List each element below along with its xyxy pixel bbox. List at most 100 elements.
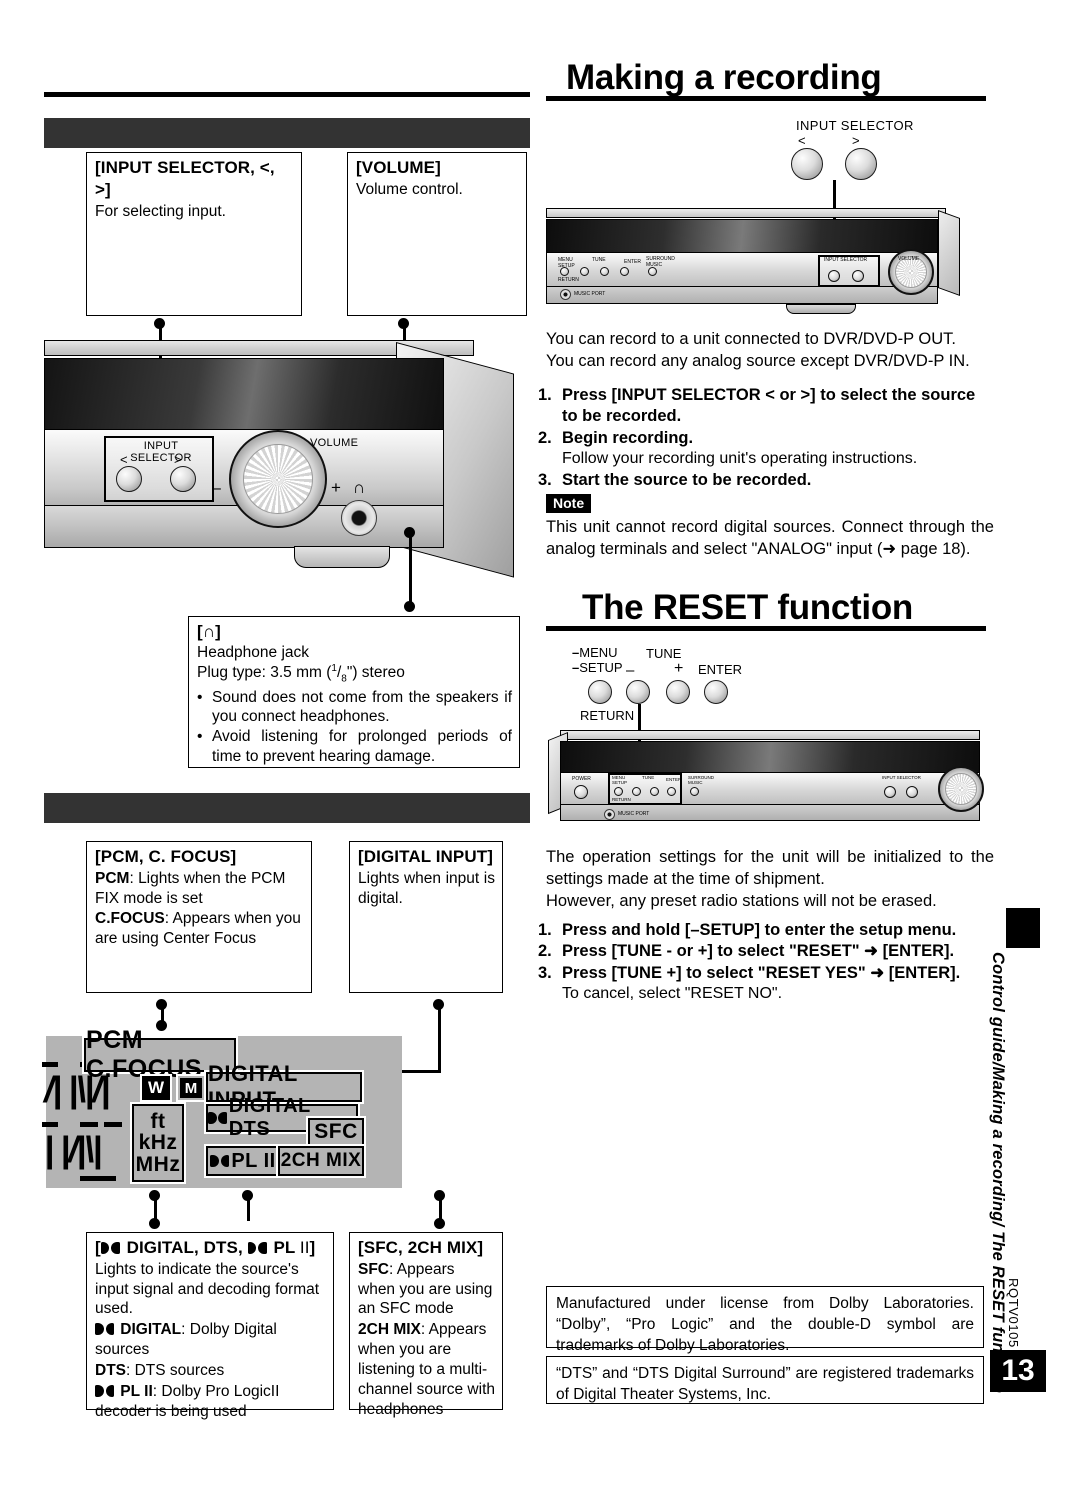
receiver3-display-window	[560, 741, 980, 773]
callout-headphone-title: [∩]	[197, 622, 221, 641]
receiver2-enter-button[interactable]	[620, 267, 629, 276]
plug-type-suffix: ") stereo	[346, 663, 405, 681]
input-selector-callout-right-button[interactable]	[845, 148, 877, 180]
receiver3-enter-button[interactable]	[667, 787, 676, 796]
headphone-jack[interactable]	[341, 500, 377, 536]
receiver3-power-button[interactable]	[574, 785, 588, 799]
receiver3-music-port-label: MUSIC PORT	[618, 811, 650, 817]
step-text: Press [TUNE - or +] to select "RESET" ➜ …	[562, 942, 955, 961]
surround-label: SURROUND	[688, 775, 715, 780]
callout-pcm-row2: C.FOCUS: Appears when you are using Cent…	[95, 909, 304, 949]
tune-minus-callout-button[interactable]	[626, 680, 650, 704]
callout-dolby-dts-pl2: [ DIGITAL, DTS, PL II] Lights to indicat…	[86, 1232, 334, 1420]
dolby-title-pl: PL	[268, 1238, 300, 1257]
leader-dot	[434, 1218, 445, 1229]
receiver3-surround-music-label: SURROUND MUSIC	[688, 775, 714, 786]
dolby-row-1-text: : DTS sources	[126, 1361, 225, 1379]
menu-callout-label: MENU	[579, 645, 618, 660]
headphone-bullet-1: • Sound does not come from the speakers …	[197, 688, 512, 728]
input-selector-left-button[interactable]	[116, 466, 142, 492]
legal-notice-dts: “DTS” and “DTS Digital Surround” are reg…	[546, 1356, 984, 1404]
tune-plus-callout-button[interactable]	[666, 680, 690, 704]
receiver3-input-selector-right-button[interactable]	[906, 786, 918, 798]
receiver2-display-window	[546, 219, 938, 253]
step-text: Begin recording.	[562, 428, 694, 447]
recording-intro-line-1: You can record to a unit connected to DV…	[546, 330, 956, 348]
receiver3-music-port-jack[interactable]	[604, 809, 615, 820]
setup-callout-button[interactable]	[588, 680, 612, 704]
lcd-indicator-w: W	[142, 1076, 170, 1100]
receiver3-input-selector-label: INPUT SELECTOR	[882, 775, 921, 780]
callout-input-selector: [INPUT SELECTOR, <, >] For selecting inp…	[86, 152, 302, 316]
receiver2-surround-button[interactable]	[648, 267, 657, 276]
receiver3-volume-knob[interactable]	[938, 766, 984, 812]
callout-digital-input: [DIGITAL INPUT] Lights when input is dig…	[349, 841, 503, 993]
callout-dolby-row-2: PL II: Dolby Pro LogicII decoder is bein…	[95, 1382, 326, 1422]
callout-input-selector-title: [INPUT SELECTOR, <, >]	[95, 158, 275, 199]
title-rule-reset-function	[546, 626, 986, 631]
lcd-unit-mhz: MHz	[135, 1152, 181, 1176]
input-selector-callout-label: INPUT SELECTOR	[796, 118, 914, 133]
receiver3-surround-button[interactable]	[690, 787, 699, 796]
receiver2-input-selector-left-button[interactable]	[828, 270, 840, 282]
recording-step-2: 2. Begin recording.	[538, 428, 988, 449]
step-text: Press and hold [–SETUP] to enter the set…	[562, 921, 957, 939]
receiver2-music-port-jack[interactable]	[560, 289, 571, 300]
reset-step-3: 3. Press [TUNE +] to select "RESET YES" …	[538, 963, 986, 984]
2ch-mix-label: 2CH MIX	[358, 1321, 421, 1339]
sfc-label: SFC	[358, 1260, 389, 1278]
receiver3-tune-plus-button[interactable]	[650, 787, 659, 796]
receiver2-enter-label: ENTER	[624, 259, 641, 265]
side-tab-marker	[1006, 908, 1040, 948]
receiver3-input-selector-left-button[interactable]	[884, 786, 896, 798]
headphone-glyph-label: ∩	[353, 478, 366, 497]
recording-steps: 1. Press [INPUT SELECTOR < or >] to sele…	[538, 385, 988, 492]
callout-pcm-title: [PCM, C. FOCUS]	[95, 847, 237, 866]
receiver-illustration-input-selector: INPUT SELECTOR < > MENU SETUP TUNE ENTER …	[546, 118, 996, 314]
receiver3-setup-button[interactable]	[614, 787, 623, 796]
cfocus-label: C.FOCUS	[95, 910, 165, 928]
lcd-indicator-2ch-mix: 2CH MIX	[278, 1146, 364, 1176]
receiver2-setup-button[interactable]	[560, 267, 569, 276]
input-selector-right-button[interactable]	[170, 466, 196, 492]
enter-callout-button[interactable]	[704, 680, 728, 704]
page-number: 13	[990, 1350, 1046, 1392]
input-selector-right-arrow: >	[174, 452, 182, 467]
document-code: RQTV0105	[1006, 1278, 1021, 1348]
receiver2-tune-plus-button[interactable]	[600, 267, 609, 276]
title-rule-making-recording	[546, 96, 986, 101]
setup-callout-label: SETUP	[579, 659, 623, 675]
receiver2-side-panel	[938, 210, 960, 297]
callout-sfc-2ch-mix: [SFC, 2CH MIX] SFC: Appears when you are…	[349, 1232, 503, 1418]
receiver-front-closeup: INPUT SELECTOR < > VOLUME – + ∩	[44, 340, 532, 590]
dolby-double-d-icon	[95, 1384, 114, 1397]
receiver2-tune-minus-button[interactable]	[580, 267, 589, 276]
volume-device-label: VOLUME	[310, 437, 359, 449]
dolby-row-0-label: DIGITAL	[116, 1321, 182, 1339]
music-label: MUSIC	[688, 780, 703, 786]
receiver3-tune-minus-button[interactable]	[632, 787, 641, 796]
step-number: 1.	[538, 921, 552, 939]
recording-step-2-sub: Follow your recording unit's operating i…	[562, 450, 918, 468]
headphone-bullet-1-text: Sound does not come from the speakers if…	[212, 688, 512, 726]
step-text: Press [INPUT SELECTOR < or >] to select …	[562, 386, 976, 426]
leader-dot	[398, 318, 409, 329]
receiver3-menu-setup-label: MENU SETUP	[612, 775, 627, 786]
lcd-unit-ft: ft	[150, 1109, 166, 1133]
step-text: Start the source to be recorded.	[562, 471, 812, 490]
dolby-double-d-icon	[208, 1112, 227, 1124]
page-title-making-recording: Making a recording	[566, 58, 882, 97]
receiver3-return-label: RETURN	[612, 797, 631, 802]
dolby-title-ii: II	[299, 1238, 310, 1257]
dolby-row-2-label: PL II	[116, 1382, 153, 1400]
volume-knob-face	[243, 444, 313, 514]
tune-minus-callout-label: –	[626, 662, 635, 679]
page-title-reset-function: The RESET function	[582, 588, 913, 627]
headphone-bullet-2: • Avoid listening for prolonged periods …	[197, 727, 512, 767]
menu-callout-row: –MENU	[572, 645, 618, 660]
receiver2-input-selector-right-button[interactable]	[852, 270, 864, 282]
receiver2-tune-label: TUNE	[592, 257, 606, 263]
input-selector-callout-left-button[interactable]	[791, 148, 823, 180]
callout-pcm-row1: PCM: Lights when the PCM FIX mode is set	[95, 869, 304, 909]
section-divider-bar-top	[44, 118, 530, 148]
